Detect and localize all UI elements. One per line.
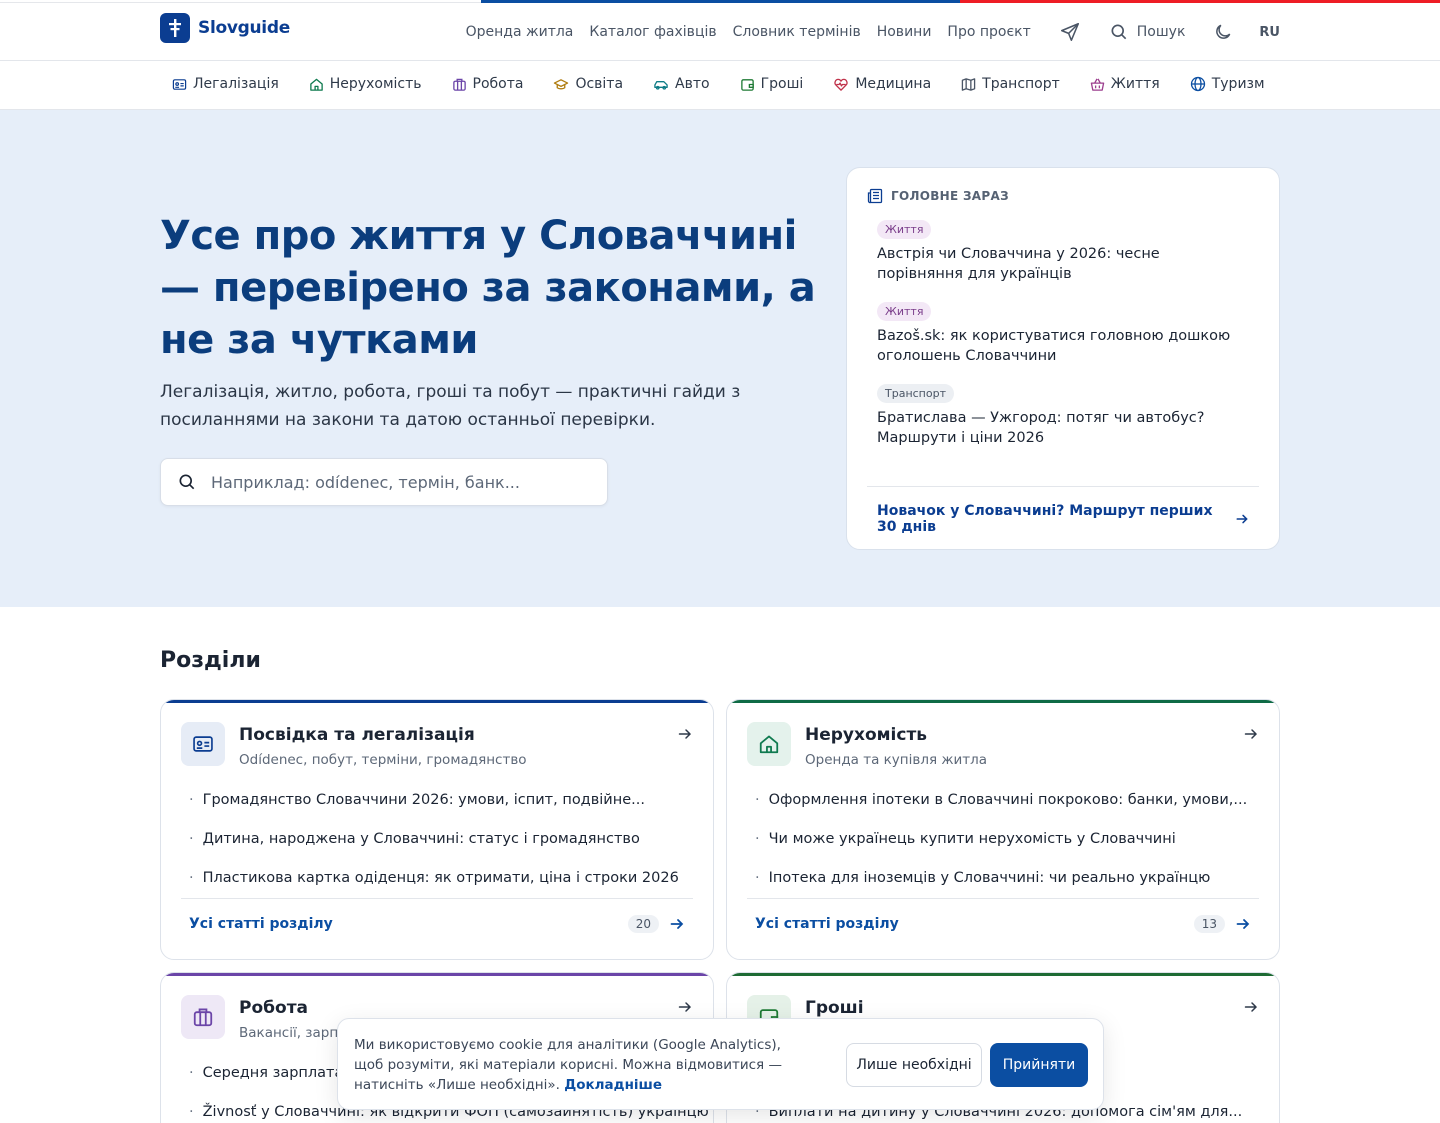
category-realty[interactable]: Нерухомість bbox=[309, 76, 422, 92]
article-list: Оформлення іпотеки в Словаччині покроков… bbox=[755, 792, 1248, 909]
nav-link-about[interactable]: Про проєкт bbox=[947, 24, 1030, 40]
language-switch[interactable]: RU bbox=[1259, 25, 1280, 40]
map-icon bbox=[961, 77, 976, 91]
section-desc: Odídenec, побут, терміни, громадянство bbox=[239, 752, 527, 768]
section-title[interactable]: Нерухомість bbox=[805, 725, 927, 745]
briefcase-icon bbox=[452, 78, 466, 91]
category-education[interactable]: Освіта bbox=[553, 76, 623, 92]
briefcase-icon bbox=[181, 995, 225, 1039]
section-footer: Усі статті розділу 13 bbox=[747, 898, 1259, 933]
all-articles-link[interactable]: Усі статті розділу bbox=[755, 916, 899, 932]
globe-icon bbox=[1190, 76, 1205, 92]
news-tag: Транспорт bbox=[877, 384, 954, 403]
section-desc: Вакансії, зарпл bbox=[239, 1025, 347, 1041]
sections-heading: Розділи bbox=[160, 648, 261, 673]
section-title[interactable]: Гроші bbox=[805, 998, 864, 1018]
arrow-right-icon[interactable] bbox=[677, 999, 693, 1015]
section-title[interactable]: Робота bbox=[239, 998, 308, 1018]
news-tag: Життя bbox=[877, 302, 932, 321]
nav-link-glossary[interactable]: Словник термінів bbox=[733, 24, 861, 40]
all-articles-link[interactable]: Усі статті розділу bbox=[189, 916, 333, 932]
search-icon bbox=[1111, 24, 1127, 40]
section-card-legalization: Посвідка та легалізація Odídenec, побут,… bbox=[160, 699, 714, 960]
accept-button[interactable]: Прийняти bbox=[990, 1043, 1088, 1087]
category-money[interactable]: Гроші bbox=[740, 76, 803, 92]
category-medicine[interactable]: Медицина bbox=[833, 76, 931, 92]
category-tourism[interactable]: Туризм bbox=[1190, 76, 1265, 92]
headline-card: ГОЛОВНЕ ЗАРАЗ Життя Австрія чи Словаччин… bbox=[846, 167, 1280, 550]
section-desc: Оренда та купівля житла bbox=[805, 752, 988, 768]
news-item[interactable]: Життя Bazoš.sk: як користуватися головно… bbox=[877, 300, 1259, 366]
heart-pulse-icon bbox=[834, 78, 848, 91]
article-count-badge: 13 bbox=[1193, 915, 1225, 933]
arrow-right-icon[interactable] bbox=[1243, 999, 1259, 1015]
top-nav: Оренда житла Каталог фахівців Словник те… bbox=[450, 21, 1280, 43]
hero-search[interactable] bbox=[160, 458, 608, 506]
necessary-only-button[interactable]: Лише необхідні bbox=[846, 1043, 982, 1087]
search-label: Пошук bbox=[1136, 24, 1186, 40]
category-work[interactable]: Робота bbox=[452, 76, 523, 92]
arrow-right-icon[interactable] bbox=[669, 916, 685, 932]
article-count-badge: 20 bbox=[627, 915, 659, 933]
nav-link-news[interactable]: Новини bbox=[877, 24, 932, 40]
article-list: Громадянство Словаччини 2026: умови, ісп… bbox=[189, 792, 679, 909]
article-link[interactable]: Чи може українець купити нерухомість у С… bbox=[755, 831, 1247, 870]
category-auto[interactable]: Авто bbox=[653, 76, 710, 92]
home-icon bbox=[747, 722, 791, 766]
news-title[interactable]: Австрія чи Словаччина у 2026: чесне порі… bbox=[877, 244, 1237, 284]
car-icon bbox=[654, 80, 668, 90]
news-title[interactable]: Bazoš.sk: як користуватися головною дошк… bbox=[877, 326, 1237, 366]
home-icon bbox=[310, 78, 323, 91]
brand-name: Slovguide bbox=[198, 18, 290, 38]
search-button[interactable]: Пошук bbox=[1109, 22, 1186, 42]
arrow-right-icon[interactable] bbox=[677, 726, 693, 742]
newspaper-icon bbox=[867, 188, 883, 204]
news-tag: Життя bbox=[877, 220, 932, 239]
hero-title: Усе про життя у Словаччині — перевірено … bbox=[160, 213, 816, 363]
category-transport[interactable]: Транспорт bbox=[961, 76, 1060, 92]
arrow-right-icon[interactable] bbox=[1235, 916, 1251, 932]
category-nav: Легалізація Нерухомість Робота Освіта Ав… bbox=[0, 61, 1440, 110]
section-footer: Усі статті розділу 20 bbox=[181, 898, 693, 933]
basket-icon bbox=[1090, 78, 1105, 91]
hero-search-input[interactable] bbox=[211, 472, 591, 492]
news-item[interactable]: Життя Австрія чи Словаччина у 2026: чесн… bbox=[877, 218, 1259, 284]
nav-link-rent[interactable]: Оренда житла bbox=[466, 24, 574, 40]
hero-subtitle: Легалізація, житло, робота, гроші та поб… bbox=[160, 382, 741, 430]
search-icon bbox=[179, 474, 195, 490]
cookie-more-link[interactable]: Докладніше bbox=[564, 1077, 662, 1093]
newcomer-route-link[interactable]: Новачок у Словаччині? Маршрут перших 30 … bbox=[867, 486, 1259, 535]
telegram-icon[interactable] bbox=[1059, 21, 1081, 43]
news-title[interactable]: Братислава — Ужгород: потяг чи автобус? … bbox=[877, 408, 1237, 448]
section-title[interactable]: Посвідка та легалізація bbox=[239, 725, 475, 745]
wallet-icon bbox=[740, 78, 754, 91]
cookie-banner: Ми використовуємо cookie для аналітики (… bbox=[337, 1018, 1104, 1110]
arrow-right-icon bbox=[1236, 514, 1248, 524]
logo-cross-icon bbox=[160, 13, 190, 43]
article-link[interactable]: Громадянство Словаччини 2026: умови, ісп… bbox=[189, 792, 679, 831]
category-legalization[interactable]: Легалізація bbox=[172, 76, 279, 92]
site-logo[interactable]: Slovguide bbox=[160, 13, 290, 43]
news-item[interactable]: Транспорт Братислава — Ужгород: потяг чи… bbox=[877, 382, 1259, 448]
section-card-realty: Нерухомість Оренда та купівля житла Офор… bbox=[726, 699, 1280, 960]
moon-icon[interactable] bbox=[1213, 22, 1233, 42]
graduation-cap-icon bbox=[554, 78, 569, 89]
arrow-right-icon[interactable] bbox=[1243, 726, 1259, 742]
hero-section: Усе про життя у Словаччині — перевірено … bbox=[0, 110, 1440, 607]
top-header: Slovguide Оренда житла Каталог фахівців … bbox=[0, 3, 1440, 61]
category-life[interactable]: Життя bbox=[1090, 76, 1160, 92]
nav-link-catalog[interactable]: Каталог фахівців bbox=[589, 24, 716, 40]
article-link[interactable]: Оформлення іпотеки в Словаччині покроков… bbox=[755, 792, 1248, 831]
headline-card-header: ГОЛОВНЕ ЗАРАЗ bbox=[867, 188, 1259, 204]
id-card-icon bbox=[181, 722, 225, 766]
cookie-text: Ми використовуємо cookie для аналітики (… bbox=[354, 1037, 782, 1093]
article-link[interactable]: Дитина, народжена у Словаччині: статус і… bbox=[189, 831, 679, 870]
id-card-icon bbox=[172, 78, 187, 90]
